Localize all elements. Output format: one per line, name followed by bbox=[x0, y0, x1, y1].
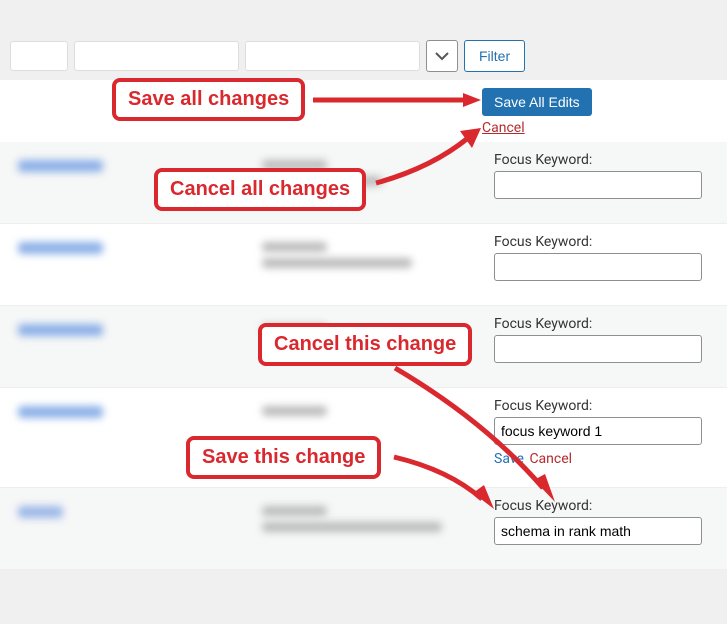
table-row: Focus Keyword: bbox=[0, 488, 727, 570]
focus-keyword-field: Focus Keyword: bbox=[494, 234, 702, 281]
cancel-all-link[interactable]: Cancel bbox=[482, 120, 525, 136]
focus-keyword-label: Focus Keyword: bbox=[494, 234, 702, 250]
focus-keyword-label: Focus Keyword: bbox=[494, 498, 702, 514]
row-cancel-link[interactable]: Cancel bbox=[529, 451, 572, 467]
save-all-edits-button[interactable]: Save All Edits bbox=[482, 88, 592, 116]
focus-keyword-label: Focus Keyword: bbox=[494, 152, 702, 168]
filter-button[interactable]: Filter bbox=[464, 40, 525, 72]
type-filter-select[interactable] bbox=[245, 41, 420, 71]
tag-placeholder bbox=[262, 522, 442, 532]
chevron-down-icon bbox=[434, 48, 450, 64]
tag-placeholder bbox=[262, 406, 327, 416]
category-link-placeholder[interactable] bbox=[18, 406, 103, 418]
bulk-action-select[interactable] bbox=[10, 41, 68, 71]
tag-placeholder bbox=[262, 242, 327, 252]
focus-keyword-input[interactable] bbox=[494, 517, 702, 545]
category-filter-select[interactable] bbox=[74, 41, 239, 71]
filter-toolbar: Filter bbox=[0, 0, 727, 80]
category-link-placeholder[interactable] bbox=[18, 324, 103, 336]
focus-keyword-input[interactable] bbox=[494, 417, 702, 445]
focus-keyword-label: Focus Keyword: bbox=[494, 398, 702, 414]
annotation-callout: Save this change bbox=[186, 436, 381, 479]
row-save-link[interactable]: Save bbox=[494, 451, 524, 467]
annotation-callout: Cancel all changes bbox=[154, 168, 366, 211]
category-link-placeholder[interactable] bbox=[18, 242, 103, 254]
table-row: Focus Keyword: bbox=[0, 224, 727, 306]
row-actions: Save Cancel bbox=[494, 451, 572, 467]
focus-keyword-field: Focus Keyword: bbox=[494, 152, 702, 199]
focus-keyword-field: Focus Keyword: bbox=[494, 498, 702, 545]
focus-keyword-input[interactable] bbox=[494, 171, 702, 199]
tag-placeholder bbox=[262, 506, 327, 516]
focus-keyword-input[interactable] bbox=[494, 335, 702, 363]
tag-placeholder bbox=[262, 258, 412, 268]
category-link-placeholder[interactable] bbox=[18, 506, 63, 518]
focus-keyword-field: Focus Keyword: bbox=[494, 398, 702, 445]
category-link-placeholder[interactable] bbox=[18, 160, 103, 172]
bulk-save-region: Save All Edits Cancel bbox=[0, 80, 727, 142]
focus-keyword-input[interactable] bbox=[494, 253, 702, 281]
focus-keyword-label: Focus Keyword: bbox=[494, 316, 702, 332]
annotation-callout: Cancel this change bbox=[258, 323, 472, 366]
annotation-callout: Save all changes bbox=[112, 78, 305, 121]
focus-keyword-field: Focus Keyword: bbox=[494, 316, 702, 363]
dropdown-toggle[interactable] bbox=[426, 40, 458, 72]
